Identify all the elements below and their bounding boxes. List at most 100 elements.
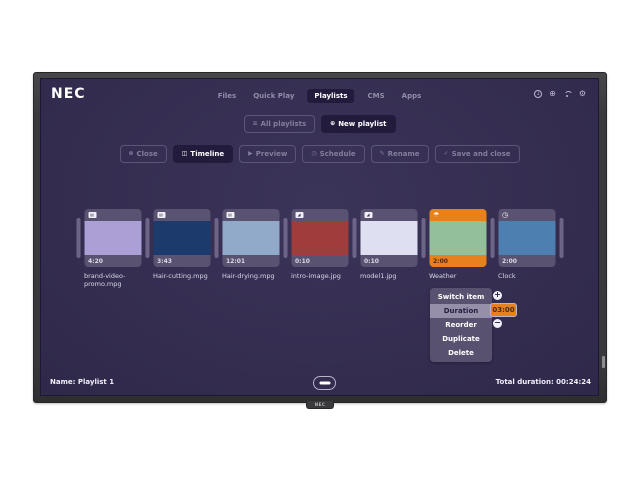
media-tile-intro-image-jpg[interactable]: ◢ 0:10 [291,209,348,267]
tile-duration: 2:00 [429,255,486,267]
screen: NEC FilesQuick PlayPlaylistsCMSApps ↓⊕⚙ … [40,78,599,396]
all-playlists-button[interactable]: ≡ All playlists [244,115,316,133]
button-label: Save and close [452,150,511,158]
timeline-item: ▤12:01Hair-drying.mpg [222,209,279,280]
timeline-separator [214,218,218,258]
all-playlists-label: All playlists [261,120,307,128]
tile-duration: 2:00 [498,255,555,267]
rename-button[interactable]: ✎Rename [371,145,429,163]
timeline-separator [283,218,287,258]
timeline-item: ◢0:10intro-image.jpg [291,209,348,280]
widget-clock-icon: ◷ [502,212,508,219]
playlist-actions-row: ≡ All playlists ⊕ New playlist [244,115,396,133]
total-duration-label: Total duration: 00:24:24 [496,378,591,386]
media-tile-hair-drying-mpg[interactable]: ▤ 12:01 [222,209,279,267]
nav-item-files[interactable]: Files [214,89,241,103]
button-label: Close [136,150,157,158]
tile-duration: 4:20 [84,255,141,267]
button-label: Timeline [190,150,224,158]
timeline-separator [76,218,80,258]
timeline-separator [145,218,149,258]
close-button[interactable]: ⊗Close [119,145,166,163]
close-icon: ⊗ [128,151,133,157]
media-tile-model1-jpg[interactable]: ◢ 0:10 [360,209,417,267]
timeline-item: ◢0:10model1.jpg [360,209,417,280]
timeline-item: ▤3:43Hair-cutting.mpg [153,209,210,280]
header-icons: ↓ ⊕ ⚙ [534,90,586,98]
save-and-close-button[interactable]: ✓Save and close [435,145,520,163]
tile-header: ☂ [429,209,486,221]
tile-duration: 0:10 [360,255,417,267]
nav-item-cms[interactable]: CMS [364,89,389,103]
preview-icon: ▶ [248,151,253,157]
schedule-icon: ◷ [311,151,316,157]
context-menu-item-duplicate[interactable]: Duplicate [430,332,492,346]
tile-header: ▤ [222,209,279,221]
tile-label: Hair-cutting.mpg [153,272,219,280]
tile-thumbnail [291,221,348,255]
download-icon[interactable]: ↓ [534,90,542,98]
button-label: Rename [388,150,420,158]
timeline-item: ☂2:00Weather [429,209,486,280]
context-menu-item-duration[interactable]: Duration [430,304,492,318]
duration-value[interactable]: 03:00 [490,303,517,317]
tile-thumbnail [222,221,279,255]
settings-icon[interactable]: ⚙ [579,90,586,98]
nav-item-quick-play[interactable]: Quick Play [249,89,298,103]
collapse-handle-button[interactable] [313,376,336,390]
save-and-close-icon: ✓ [444,151,449,157]
media-tile-weather[interactable]: ☂ 2:00 [429,209,486,267]
tile-label: intro-image.jpg [291,272,357,280]
tile-header: ▤ [153,209,210,221]
tile-duration: 0:10 [291,255,348,267]
timeline-separator [352,218,356,258]
tile-thumbnail [84,221,141,255]
duration-decrease-button[interactable]: − [493,319,502,328]
playlist-name-label: Name: Playlist 1 [50,378,114,386]
timeline-separator [559,218,563,258]
timeline-item: ▤4:20brand-video-promo.mpg [84,209,141,288]
media-tile-brand-video-promo-mpg[interactable]: ▤ 4:20 [84,209,141,267]
tile-label: model1.jpg [360,272,426,280]
timeline-icon: ◫ [182,151,188,157]
media-tile-clock[interactable]: ◷ 2:00 [498,209,555,267]
new-playlist-button[interactable]: ⊕ New playlist [321,115,395,133]
monitor-logo-tab: NEC [306,401,334,409]
tile-label: Clock [498,272,564,280]
timeline-item: ◷2:00Clock [498,209,555,280]
tile-label: Weather [429,272,495,280]
nav-item-apps[interactable]: Apps [398,89,426,103]
globe-icon[interactable]: ⊕ [549,90,556,98]
tile-duration: 12:01 [222,255,279,267]
image-icon: ◢ [364,212,372,218]
timeline-button[interactable]: ◫Timeline [173,145,233,163]
tile-header: ▤ [84,209,141,221]
main-nav: Files Quick Play Playlists CMS Apps [214,89,426,103]
button-label: Preview [256,150,288,158]
preview-button[interactable]: ▶Preview [239,145,296,163]
schedule-button[interactable]: ◷Schedule [302,145,364,163]
plus-circle-icon: ⊕ [330,121,335,127]
wifi-icon[interactable] [563,90,572,98]
media-tile-hair-cutting-mpg[interactable]: ▤3:43 [153,209,210,267]
duration-increase-button[interactable]: + [493,291,502,300]
tile-header: ◢ [360,209,417,221]
tile-thumbnail [360,221,417,255]
video-icon: ▤ [88,212,96,218]
nav-item-playlists[interactable]: Playlists [307,89,354,103]
tile-header: ◢ [291,209,348,221]
video-icon: ▤ [226,212,234,218]
widget-weather-icon: ☂ [433,212,439,219]
context-menu-item-delete[interactable]: Delete [430,346,492,360]
video-icon: ▤ [157,212,165,218]
new-playlist-label: New playlist [338,120,386,128]
tile-header: ◷ [498,209,555,221]
monitor-bezel: NEC FilesQuick PlayPlaylistsCMSApps ↓⊕⚙ … [33,72,607,403]
timeline-strip: ▤4:20brand-video-promo.mpg▤3:43Hair-cutt… [76,209,563,288]
context-menu-item-reorder[interactable]: Reorder [430,318,492,332]
tile-thumbnail [153,221,210,255]
tile-label: brand-video-promo.mpg [84,272,150,288]
context-menu-item-switch-item[interactable]: Switch item [430,290,492,304]
tile-thumbnail [498,221,555,255]
tile-label: Hair-drying.mpg [222,272,288,280]
